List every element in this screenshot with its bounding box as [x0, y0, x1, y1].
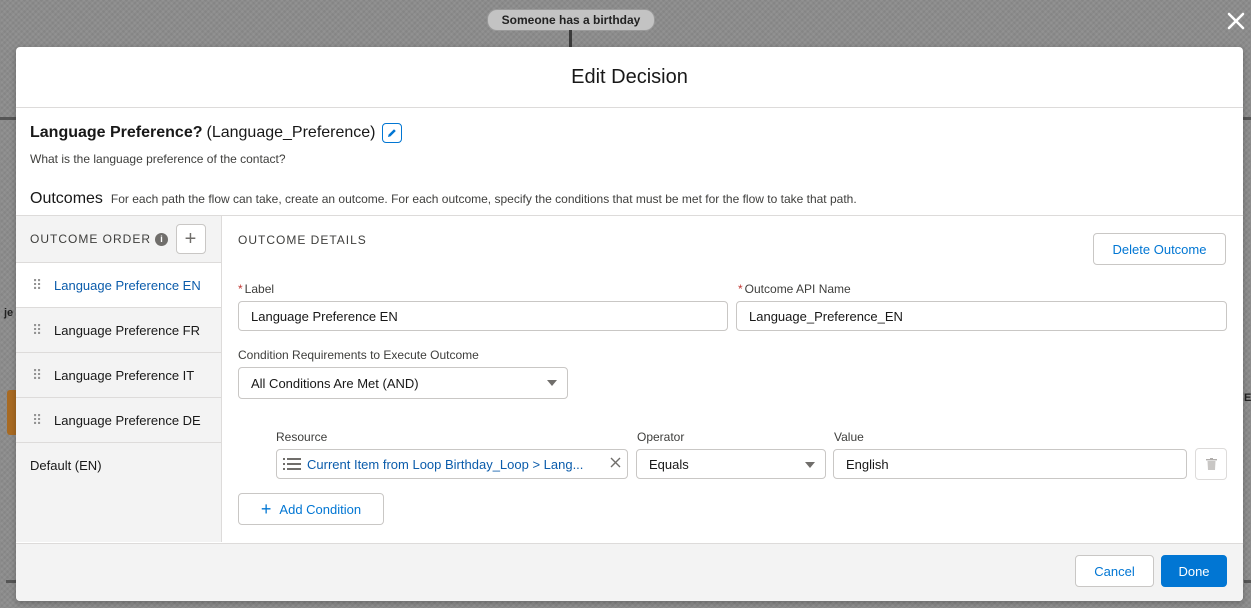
decision-info: Language Preference? (Language_Preferenc… — [16, 108, 1243, 208]
add-condition-label: Add Condition — [279, 501, 362, 517]
connector-line — [6, 580, 16, 583]
value-input[interactable]: English — [833, 449, 1187, 479]
required-mark: * — [738, 282, 743, 296]
condition-requirements-select[interactable]: All Conditions Are Met (AND) — [238, 367, 568, 399]
outcome-order-header: OUTCOME ORDER i + — [16, 216, 221, 263]
sidebar-item-label: Language Preference FR — [54, 322, 200, 338]
api-name-field-label: * Outcome API Name — [738, 282, 851, 296]
chevron-down-icon — [547, 380, 557, 386]
delete-outcome-button[interactable]: Delete Outcome — [1093, 233, 1226, 265]
modal-title: Edit Decision — [571, 66, 688, 88]
done-button[interactable]: Done — [1161, 555, 1227, 587]
decision-description: What is the language preference of the c… — [30, 152, 286, 166]
clear-icon-glyph — [610, 457, 621, 468]
label-input[interactable]: Language Preference EN — [238, 301, 728, 331]
add-outcome-button[interactable]: + — [176, 224, 206, 254]
decision-label: Language Preference? — [30, 124, 203, 141]
condition-requirements-label: Condition Requirements to Execute Outcom… — [238, 348, 479, 362]
clear-icon[interactable] — [610, 455, 621, 473]
sidebar-item-language-preference-en[interactable]: ⠿ Language Preference EN — [16, 263, 221, 308]
sidebar-item-default-outcome[interactable]: Default (EN) — [16, 443, 221, 487]
cancel-button[interactable]: Cancel — [1075, 555, 1154, 587]
label-input-value: Language Preference EN — [251, 308, 398, 324]
connector-line — [0, 117, 16, 120]
drag-handle-icon[interactable]: ⠿ — [32, 412, 54, 429]
connector-line — [1244, 580, 1251, 583]
connector-line — [569, 30, 572, 48]
api-name-input[interactable]: Language_Preference_EN — [736, 301, 1227, 331]
sidebar-item-language-preference-de[interactable]: ⠿ Language Preference DE — [16, 398, 221, 443]
condition-requirements-value: All Conditions Are Met (AND) — [251, 375, 419, 391]
outcome-details-header: OUTCOME DETAILS — [238, 233, 367, 247]
decision-name-row: Language Preference? (Language_Preferenc… — [30, 122, 1229, 144]
value-input-value: English — [846, 456, 889, 472]
outcomes-title: Outcomes — [30, 190, 103, 207]
outcomes-panel: OUTCOME ORDER i + ⠿ Language Preference … — [16, 215, 1243, 543]
list-icon — [283, 458, 301, 470]
outcome-order-title: OUTCOME ORDER — [30, 232, 151, 246]
resource-input[interactable]: Current Item from Loop Birthday_Loop > L… — [276, 449, 628, 479]
required-mark: * — [238, 282, 243, 296]
canvas-text-fragment: je — [4, 307, 14, 319]
sidebar-item-language-preference-it[interactable]: ⠿ Language Preference IT — [16, 353, 221, 398]
decision-api-name: (Language_Preference) — [206, 124, 376, 141]
modal-header: Edit Decision — [16, 47, 1243, 108]
sidebar-item-language-preference-fr[interactable]: ⠿ Language Preference FR — [16, 308, 221, 353]
operator-label: Operator — [637, 430, 685, 444]
sidebar-item-label: Language Preference IT — [54, 367, 195, 383]
label-field-label: * Label — [238, 282, 274, 296]
canvas-text-fragment: E — [1244, 392, 1251, 404]
delete-condition-button[interactable] — [1195, 448, 1227, 480]
info-icon[interactable]: i — [155, 232, 168, 246]
resource-label: Resource — [276, 430, 328, 444]
connector-line — [1243, 117, 1251, 120]
operator-select[interactable]: Equals — [636, 449, 826, 479]
edit-pencil-button[interactable] — [381, 123, 402, 143]
add-condition-button[interactable]: + Add Condition — [238, 493, 384, 525]
value-label: Value — [834, 430, 864, 444]
outcomes-intro: Outcomes For each path the flow can take… — [30, 190, 1229, 208]
canvas-element-fragment — [7, 390, 16, 435]
api-name-input-value: Language_Preference_EN — [749, 308, 903, 324]
close-icon[interactable] — [1224, 10, 1248, 34]
outcomes-help-text: For each path the flow can take, create … — [110, 192, 857, 206]
start-node-label: Someone has a birthday — [487, 9, 655, 31]
resource-value: Current Item from Loop Birthday_Loop > L… — [307, 456, 584, 472]
trash-icon — [1205, 458, 1217, 470]
close-icon-glyph — [1227, 12, 1245, 30]
sidebar-item-label: Default (EN) — [30, 457, 102, 473]
api-name-field-label-text: Outcome API Name — [744, 282, 851, 296]
plus-icon: + — [260, 499, 272, 519]
outcome-order-sidebar: OUTCOME ORDER i + ⠿ Language Preference … — [16, 216, 222, 542]
label-field-label-text: Label — [244, 282, 275, 296]
sidebar-item-label: Language Preference EN — [54, 277, 201, 293]
chevron-down-icon — [805, 462, 815, 468]
pencil-icon — [387, 129, 396, 137]
operator-value: Equals — [649, 456, 689, 472]
drag-handle-icon[interactable]: ⠿ — [32, 367, 54, 384]
edit-decision-modal: Edit Decision Language Preference? (Lang… — [16, 47, 1243, 601]
modal-footer: Cancel Done — [16, 543, 1243, 601]
sidebar-item-label: Language Preference DE — [54, 412, 201, 428]
outcome-details: OUTCOME DETAILS Delete Outcome * Label La… — [222, 216, 1243, 542]
drag-handle-icon[interactable]: ⠿ — [32, 277, 54, 294]
drag-handle-icon[interactable]: ⠿ — [32, 322, 54, 339]
